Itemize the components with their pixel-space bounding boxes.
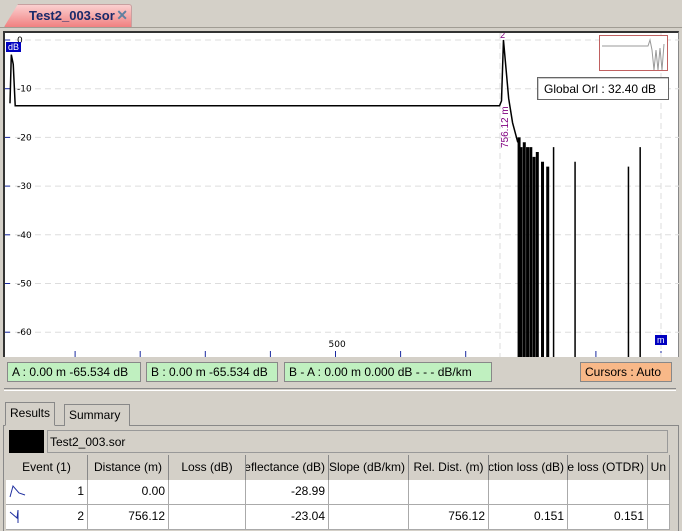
overview-minimap[interactable] (599, 35, 668, 71)
event-marker-label: 2 (500, 33, 505, 40)
tab-summary[interactable]: Summary (64, 404, 130, 426)
y-tick-label: -40 (17, 231, 32, 241)
y-tick-label: -60 (17, 328, 32, 338)
column-header[interactable]: Un (648, 455, 670, 482)
column-header[interactable]: Slope (dB/km) (329, 455, 409, 482)
x-tick-label: 500 (329, 340, 346, 350)
events-table: Event (1)Distance (m)Loss (dB)Reflectanc… (6, 455, 670, 530)
cell-value: 0.151 (613, 509, 644, 523)
column-header[interactable]: Reflectance (dB) (246, 455, 329, 482)
file-tab[interactable]: Test2_003.sor ✕ (4, 4, 132, 27)
event-distance-label: 756.12 m (500, 106, 511, 148)
y-tick-label: -20 (17, 133, 32, 143)
document-tab-bar: Test2_003.sor ✕ (0, 0, 682, 28)
cursor-a-readout: A : 0.00 m -65.534 dB (7, 362, 141, 382)
y-tick-label: -50 (17, 280, 32, 290)
global-orl-label: Global Orl : 32.40 dB (537, 77, 669, 100)
tab-results[interactable]: Results (5, 402, 56, 426)
cell-value: -28.99 (290, 484, 325, 498)
column-header[interactable]: Loss (dB) (169, 455, 246, 482)
cell-value: -23.04 (290, 509, 325, 523)
x-unit-badge: m (655, 335, 667, 345)
close-icon[interactable]: ✕ (116, 7, 128, 24)
cell-value: 2 (77, 509, 84, 523)
cell-value: 0.151 (533, 509, 564, 523)
trace-file-name: Test2_003.sor (47, 430, 668, 453)
splitter[interactable] (4, 388, 676, 391)
column-header[interactable]: Injection loss (dB) (489, 455, 568, 482)
column-header[interactable]: Event (1) (6, 455, 88, 482)
file-tab-label: Test2_003.sor (29, 8, 115, 23)
cursor-b-readout: B : 0.00 m -65.534 dB (146, 362, 278, 382)
column-header[interactable]: Distance (m) (88, 455, 169, 482)
y-tick-label: -10 (17, 85, 32, 95)
cursors-mode-button[interactable]: Cursors : Auto (580, 362, 672, 382)
table-row[interactable]: 1 0.00 -28.99 (6, 480, 670, 505)
cursor-delta-readout: B - A : 0.00 m 0.000 dB - - - dB/km (284, 362, 492, 382)
table-header: Event (1)Distance (m)Loss (dB)Reflectanc… (6, 455, 670, 482)
cell-value: 0.00 (141, 484, 165, 498)
y-tick-label: -30 (17, 182, 32, 192)
column-header[interactable]: Rel. Dist. (m) (409, 455, 489, 482)
cell-value: 1 (77, 484, 84, 498)
reflective-event-icon (9, 483, 27, 502)
column-header[interactable]: Splice loss (OTDR) (568, 455, 648, 482)
cell-value: 756.12 (128, 509, 165, 523)
trace-color-swatch (9, 430, 44, 453)
y-unit-badge: dB (6, 42, 22, 52)
cell-value: 756.12 (448, 509, 485, 523)
end-event-icon (9, 508, 27, 527)
table-row[interactable]: 2 756.12 -23.04 756.12 0.151 0.151 (6, 505, 670, 530)
trace-line (9, 39, 519, 143)
